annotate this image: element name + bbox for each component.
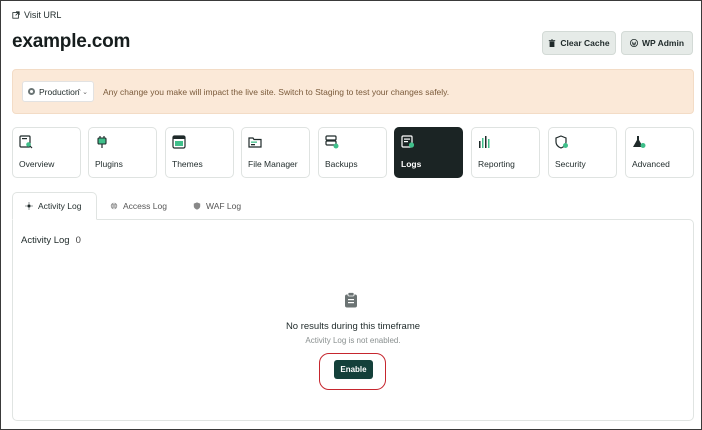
visit-url-label: Visit URL [24,10,62,20]
clear-cache-button[interactable]: Clear Cache [542,31,616,55]
clipboard-icon [345,292,357,308]
activity-log-panel: Activity Log 0 No results during this tim… [12,219,694,421]
plugin-icon [97,136,107,148]
shield-icon [555,135,568,149]
backups-icon [325,135,339,149]
flask-icon [633,136,646,148]
logs-icon [401,135,415,148]
nav-label: Plugins [95,159,123,169]
tab-label: Access Log [123,201,167,211]
activity-icon [25,202,33,210]
nav-card-overview[interactable]: Overview [12,127,81,178]
environment-select[interactable]: Production ⌃⌄ [22,81,94,102]
environment-banner: Production ⌃⌄ Any change you make will i… [12,69,694,114]
panel-header: Activity Log 0 [21,235,81,246]
panel-title: Activity Log [21,235,70,246]
tab-label: Activity Log [38,201,82,211]
tab-label: WAF Log [206,201,242,211]
nav-card-reporting[interactable]: Reporting [471,127,540,178]
enable-button[interactable]: Enable [334,360,373,379]
nav-card-themes[interactable]: Themes [165,127,234,178]
empty-state-subtitle: Activity Log is not enabled. [305,336,401,345]
tab-waf-log[interactable]: WAF Log [193,192,241,220]
tab-activity-log[interactable]: Activity Log [12,192,97,220]
nav-label: Logs [401,159,422,169]
clear-cache-label: Clear Cache [560,38,610,48]
nav-card-logs[interactable]: Logs [394,127,463,178]
trash-icon [549,39,556,47]
nav-label: File Manager [248,159,298,169]
page-title: example.com [12,31,131,52]
nav-label: Themes [172,159,203,169]
chevron-updown-icon: ⌃⌄ [76,88,88,96]
chart-icon [479,136,490,148]
overview-icon [19,135,33,149]
nav-card-plugins[interactable]: Plugins [88,127,157,178]
themes-icon [172,135,186,149]
environment-dot-icon [28,88,35,95]
nav-label: Reporting [478,159,515,169]
nav-label: Backups [325,159,358,169]
nav-card-file-manager[interactable]: File Manager [241,127,310,178]
nav-label: Security [555,159,586,169]
nav-card-advanced[interactable]: Advanced [625,127,694,178]
nav-card-backups[interactable]: Backups [318,127,387,178]
external-link-icon [12,11,20,19]
visit-url-link[interactable]: Visit URL [12,10,61,20]
shield-small-icon [193,202,201,210]
wordpress-icon [629,39,638,47]
wp-admin-button[interactable]: WP Admin [621,31,693,55]
nav-card-security[interactable]: Security [548,127,617,178]
tab-access-log[interactable]: Access Log [110,192,167,220]
empty-state-title: No results during this timeframe [285,321,421,332]
nav-label: Overview [19,159,55,169]
banner-message: Any change you make will impact the live… [103,87,450,97]
result-count: 0 [75,235,81,246]
app-frame: Visit URL example.com Clear Cache WP Adm… [0,0,702,430]
nav-label: Advanced [632,159,670,169]
folder-icon [248,137,262,148]
environment-value: Production [39,86,80,97]
wp-admin-label: WP Admin [641,38,685,48]
globe-icon [110,202,118,210]
